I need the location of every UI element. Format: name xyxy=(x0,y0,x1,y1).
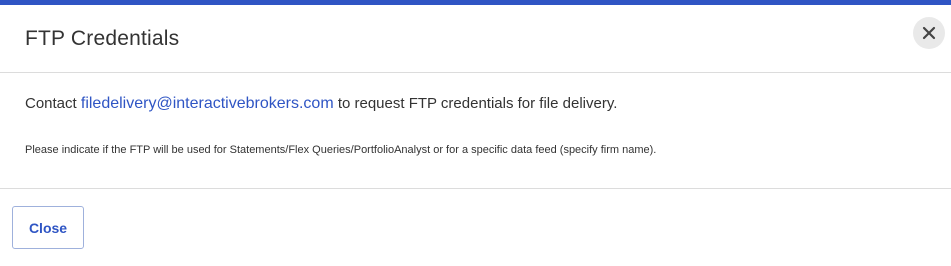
dialog-body: Contact filedelivery@interactivebrokers.… xyxy=(0,73,951,189)
close-icon-button[interactable] xyxy=(913,17,945,49)
ftp-credentials-dialog: FTP Credentials Contact filedelivery@int… xyxy=(0,0,951,266)
close-icon xyxy=(922,26,936,40)
contact-suffix: to request FTP credentials for file deli… xyxy=(333,95,618,112)
dialog-title: FTP Credentials xyxy=(25,27,180,50)
ftp-usage-note: Please indicate if the FTP will be used … xyxy=(25,144,657,156)
contact-prefix: Contact xyxy=(25,95,81,112)
close-button[interactable]: Close xyxy=(12,206,84,249)
email-link[interactable]: filedelivery@interactivebrokers.com xyxy=(81,95,334,112)
dialog-header: FTP Credentials xyxy=(0,5,951,73)
contact-message: Contact filedelivery@interactivebrokers.… xyxy=(25,95,617,113)
